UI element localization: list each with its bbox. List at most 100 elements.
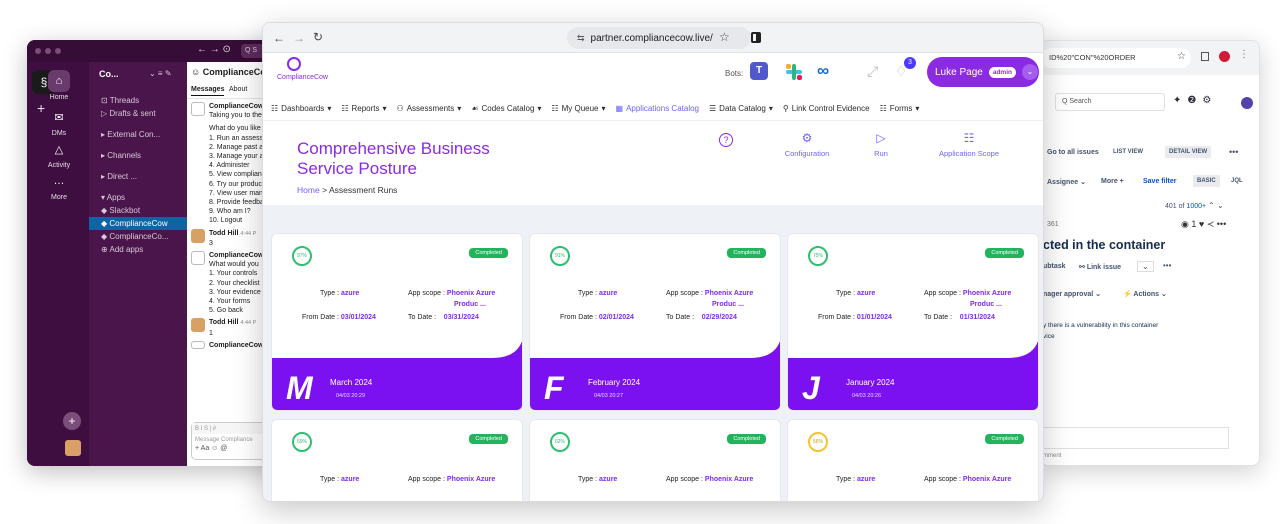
jira-url-bar[interactable]: ID%20"CON"%20ORDER <box>1041 48 1191 68</box>
logo[interactable]: ComplianceCow <box>277 57 328 81</box>
menu-codes-catalog-label: Codes Catalog <box>481 104 535 113</box>
window-zoom-dot[interactable] <box>55 48 61 54</box>
profile-icon[interactable] <box>1219 51 1230 62</box>
teams-bot-icon[interactable]: T <box>750 62 768 80</box>
jql-toggle[interactable]: JQL <box>1231 178 1243 184</box>
assessment-run-card[interactable]: 62% Completed Type : azure App scope : Phoe… <box>529 419 781 501</box>
scope-value[interactable]: Phoenix Azure <box>447 290 495 297</box>
more-actions-icon[interactable]: ••• <box>1229 147 1238 157</box>
from-label: From Date : <box>560 314 597 321</box>
scope-value-more[interactable]: Produc ... <box>712 301 744 308</box>
rail-more[interactable]: … More <box>41 170 77 201</box>
window-minimize-dot[interactable] <box>45 48 51 54</box>
webex-bot-icon[interactable]: ∞ <box>817 61 829 81</box>
issue-count-total[interactable]: 1000+ <box>1186 203 1206 210</box>
list-view-button[interactable]: LIST VIEW <box>1113 149 1143 155</box>
to-value: 03/31/2024 <box>443 314 479 321</box>
bookmark-star-icon[interactable]: ☆ <box>719 30 730 44</box>
workspace-name[interactable]: Co... <box>99 69 119 79</box>
subtask-button[interactable]: ubtask <box>1043 263 1066 270</box>
menu-link-control-evidence[interactable]: ⚲ Link Control Evidence <box>783 104 870 113</box>
assessment-run-card[interactable]: 97% Completed Type : azure App scope : Phoe… <box>271 233 523 411</box>
user-menu[interactable]: Luke Page admin ⌄ <box>927 57 1039 87</box>
message-text: Taking you to the <box>209 112 262 120</box>
to-date: To Date : 01/31/2024 <box>924 314 995 321</box>
score-ring: 69% <box>292 432 312 452</box>
menu-data-catalog[interactable]: ☰ Data Catalog ▾ <box>709 104 773 113</box>
jira-search-input[interactable]: Q Search <box>1055 93 1165 111</box>
jira-avatar[interactable] <box>1241 97 1253 109</box>
assessment-run-card[interactable]: 91% Completed Type : azure App scope : Phoe… <box>529 233 781 411</box>
menu-assessments[interactable]: ⚇ Assessments ▾ <box>397 104 462 113</box>
link-issue-button[interactable]: ⚯ Link issue <box>1079 263 1121 271</box>
site-info-icon[interactable]: ⇆ <box>577 33 585 44</box>
application-scope-button[interactable]: ☷ Application Scope <box>927 131 1011 158</box>
scope-value[interactable]: Phoenix Azure <box>705 290 753 297</box>
help-icon[interactable]: ? <box>719 133 733 147</box>
message-author: ComplianceCow <box>209 341 264 349</box>
menu-dashboards[interactable]: ☷ Dashboards ▾ <box>271 104 331 113</box>
basic-toggle[interactable]: BASIC <box>1193 175 1220 187</box>
jira-browser-bar: ID%20"CON"%20ORDER ☆ ⋮ <box>1041 41 1259 75</box>
tab-messages[interactable]: Messages <box>191 86 225 96</box>
save-filter-link[interactable]: Save filter <box>1143 178 1176 185</box>
detail-view-button[interactable]: DETAIL VIEW <box>1165 146 1212 158</box>
assessment-run-card[interactable]: 75% Completed Type : azure App scope : Phoe… <box>787 233 1039 411</box>
scope-value[interactable]: Phoenix Azure <box>447 476 495 483</box>
issue-more-icon[interactable]: ••• <box>1163 261 1171 270</box>
link-issue-dropdown[interactable]: ⌄ <box>1137 261 1154 272</box>
issue-title: cted in the container <box>1043 238 1166 252</box>
scope-value[interactable]: Phoenix Azure <box>705 476 753 483</box>
run-button[interactable]: ▷ Run <box>855 131 907 158</box>
back-icon[interactable]: ← <box>273 31 285 45</box>
assignee-filter[interactable]: Assignee ⌄ <box>1047 178 1086 186</box>
rail-home[interactable]: ⌂ Home <box>41 70 77 101</box>
card-footer-band <box>788 341 1038 410</box>
assessment-run-card[interactable]: 56% Completed Type : azure App scope : Phoe… <box>787 419 1039 501</box>
issue-watch-like-share[interactable]: ◉ 1 ♥ ≺ ••• <box>1181 219 1226 230</box>
sidepanel-icon[interactable] <box>1201 52 1209 61</box>
actions-dropdown[interactable]: ⚡ Actions ⌄ <box>1123 290 1167 298</box>
breadcrumb-separator: > <box>322 185 328 195</box>
scope-value[interactable]: Phoenix Azure <box>963 290 1011 297</box>
fullscreen-icon[interactable]: ⤢ <box>867 63 878 80</box>
to-value: 02/29/2024 <box>701 314 737 321</box>
forward-icon[interactable]: → <box>293 31 305 45</box>
comment-input[interactable] <box>1041 427 1229 449</box>
tab-about[interactable]: About <box>229 86 247 93</box>
compose-plus-icon[interactable]: + <box>63 412 81 430</box>
breadcrumb-home[interactable]: Home <box>297 185 320 195</box>
configuration-button[interactable]: ⚙ Configuration <box>777 131 837 158</box>
message-author: Todd Hill <box>209 319 239 327</box>
to-label: To Date : <box>924 314 953 321</box>
rail-activity[interactable]: △ Activity <box>41 138 77 170</box>
forms-icon: ☷ <box>879 104 887 113</box>
slack-bot-icon[interactable] <box>784 62 804 82</box>
menu-reports[interactable]: ☷ Reports ▾ <box>341 104 386 113</box>
sidepanel-icon[interactable] <box>751 32 761 43</box>
menu-my-queue[interactable]: ☷ My Queue ▾ <box>551 104 605 113</box>
scope-value[interactable]: Phoenix Azure <box>963 476 1011 483</box>
menu-forms[interactable]: ☷ Forms ▾ <box>880 104 920 113</box>
bookmark-star-icon[interactable]: ☆ <box>1177 51 1186 62</box>
scope-value-more[interactable]: Produc ... <box>454 301 486 308</box>
scope-value-more[interactable]: Produc ... <box>970 301 1002 308</box>
app-header: ComplianceCow Bots: T ∞ ⤢ ♢ 3 Luke Page … <box>263 53 1043 97</box>
more-filter[interactable]: More + <box>1101 178 1124 185</box>
jira-header-icons[interactable]: ✦❷⚙ <box>1173 95 1217 106</box>
user-avatar[interactable] <box>65 440 81 456</box>
go-to-all-issues-button[interactable]: Go to all issues <box>1047 149 1099 156</box>
reload-icon[interactable]: ↻ <box>313 30 323 44</box>
slack-nav-arrows-icon[interactable]: ← → ⊙ <box>197 44 231 55</box>
assessment-run-card[interactable]: 69% Completed Type : azure App scope : Phoe… <box>271 419 523 501</box>
applications-catalog-icon: ▦ <box>615 104 624 113</box>
issue-key[interactable]: 361 <box>1047 221 1059 228</box>
menu-codes-catalog[interactable]: ☙ Codes Catalog ▾ <box>471 104 541 113</box>
browser-menu-icon[interactable]: ⋮ <box>1239 49 1249 60</box>
score-ring: 75% <box>808 246 828 266</box>
filter-compose-icons[interactable]: ⌄ ≡ ✎ <box>149 69 172 78</box>
menu-applications-catalog[interactable]: ▦ Applications Catalog <box>616 104 700 113</box>
approval-status[interactable]: nager approval ⌄ <box>1043 290 1101 298</box>
rail-dms[interactable]: ✉ DMs <box>41 106 77 138</box>
window-close-dot[interactable] <box>35 48 41 54</box>
